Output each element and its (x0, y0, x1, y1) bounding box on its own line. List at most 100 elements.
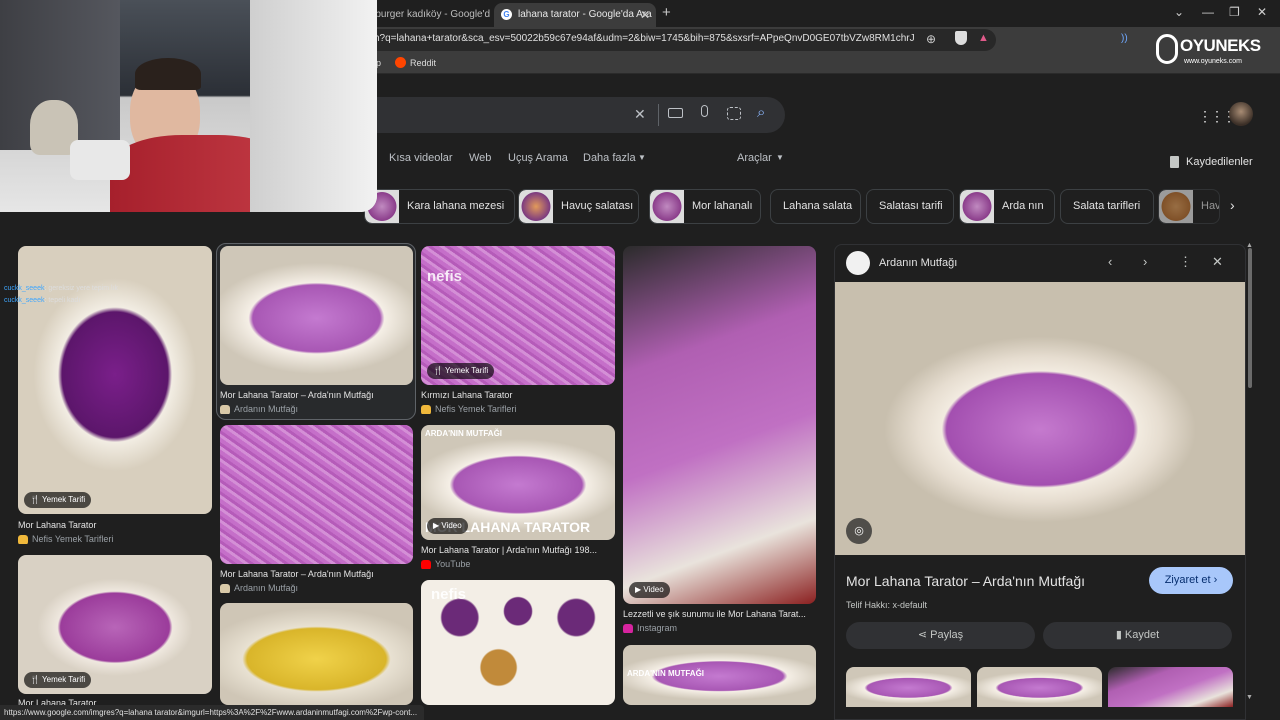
tab-lahana-search[interactable]: Glahana tarator - Google'da Ara ✕ (494, 3, 656, 27)
avatar[interactable] (1229, 102, 1253, 126)
chip-lahana-salata[interactable]: Lahana salata (770, 189, 861, 224)
panel-preview-image[interactable] (835, 282, 1245, 555)
visit-label: Ziyaret et (1164, 574, 1211, 586)
result-source[interactable]: Nefis Yemek Tarifleri (18, 534, 212, 544)
bookmark-icon: ▮ (1115, 629, 1125, 641)
watermark-text: nefis (427, 268, 463, 285)
status-bar: https://www.google.com/imgres?q=lahana t… (0, 705, 424, 720)
tab-label: lahana tarator - Google'da Ara (518, 9, 652, 20)
chip-label: Arda nın (1002, 200, 1044, 212)
divider (658, 104, 659, 126)
ardanin-favicon (220, 584, 230, 593)
nefis-favicon (18, 535, 28, 544)
result-caption[interactable]: Mor Lahana Tarator – Arda'nın Mutfağı (220, 569, 413, 579)
share-label: Paylaş (930, 629, 964, 641)
minimize-button[interactable]: — (1202, 5, 1214, 19)
clear-search-icon[interactable]: ✕ (634, 106, 646, 123)
panel-title[interactable]: Mor Lahana Tarator – Arda'nın Mutfağı (846, 573, 1136, 589)
logo-url: www.oyuneks.com (1184, 58, 1242, 65)
result-image-2[interactable] (220, 246, 413, 385)
chip-salatasi-tarifi[interactable]: Salatası tarifi (866, 189, 954, 224)
chevron-down-icon: ▼ (776, 153, 784, 162)
keyboard-icon[interactable] (668, 108, 683, 118)
related-image[interactable] (1108, 667, 1233, 707)
chip-label: Havuç salatası (561, 200, 634, 212)
chip-havuc-partial[interactable]: Hav (1158, 189, 1220, 224)
new-tab-button[interactable]: + (662, 4, 671, 21)
search-input[interactable] (377, 97, 785, 133)
nav-short-videos[interactable]: Kısa videolar (389, 152, 453, 164)
saved-link[interactable]: Kaydedilenler (1186, 156, 1253, 168)
nav-more[interactable]: Daha fazla (583, 152, 636, 164)
result-image-4[interactable]: ▶ Video (623, 246, 816, 604)
camera-search-icon[interactable] (727, 107, 741, 120)
share-button[interactable]: ⋖ Paylaş (846, 622, 1035, 649)
chip-label: Mor lahanalı (692, 200, 753, 212)
chip-label: Kara lahana mezesi (407, 200, 505, 212)
chip-label: Hav (1201, 200, 1220, 212)
nav-web[interactable]: Web (469, 152, 491, 164)
result-image-3[interactable]: nefis 🍴 Yemek Tarifi (421, 246, 615, 385)
next-icon[interactable]: › (1143, 254, 1147, 269)
result-image-5[interactable]: 🍴 Yemek Tarifi (18, 555, 212, 694)
chip-kara-lahana[interactable]: Kara lahana mezesi (364, 189, 515, 224)
save-label: Kaydet (1124, 629, 1160, 641)
result-image-9[interactable] (220, 603, 413, 705)
chat-message: cuckk_seeek: gereksiz yere tepim lık (4, 285, 118, 292)
result-caption[interactable]: Mor Lahana Tarator – Arda'nın Mutfağı (220, 390, 413, 400)
url-text[interactable]: h?q=lahana+tarator&sca_esv=50022b59c67e9… (374, 33, 914, 44)
video-badge: ▶ Video (427, 518, 468, 534)
chip-mor-lahanali[interactable]: Mor lahanalı (649, 189, 761, 224)
chip-salata-tarifleri[interactable]: Salata tarifleri (1060, 189, 1154, 224)
result-image-11[interactable]: ARDA'NIN MUTFAĞI (623, 645, 816, 705)
robot-icon (1156, 34, 1178, 64)
search-icon[interactable]: ⌕ (757, 104, 765, 121)
result-source[interactable]: Ardanın Mutfağı (220, 583, 413, 593)
chip-label: Salatası tarifi (879, 200, 943, 212)
instagram-favicon (623, 624, 633, 633)
close-panel-icon[interactable]: ✕ (1212, 254, 1223, 270)
bookmark-icon (1170, 156, 1179, 168)
chat-message: cuckk_seeek: tepeli kadı (4, 297, 81, 304)
save-button[interactable]: ▮ Kaydet (1043, 622, 1232, 649)
result-image-7[interactable]: ARDA'NIN MUTFAĞI MOR LAHANA TARATOR ▶ Vide… (421, 425, 615, 540)
microphone-icon[interactable] (701, 105, 708, 117)
chevron-right-icon[interactable]: › (1230, 197, 1235, 213)
scroll-down-icon[interactable]: ▼ (1246, 694, 1253, 701)
close-icon[interactable]: ✕ (640, 3, 650, 27)
visit-button[interactable]: Ziyaret et › (1149, 567, 1233, 594)
brave-shield-icon[interactable] (955, 31, 967, 45)
result-image-6[interactable] (220, 425, 413, 564)
result-source[interactable]: YouTube (421, 559, 615, 569)
bookmark-reddit[interactable]: Reddit (410, 58, 436, 68)
more-options-icon[interactable]: ⋮ (1179, 254, 1192, 270)
previous-icon[interactable]: ‹ (1108, 254, 1112, 269)
lens-search-icon[interactable]: ◎ (846, 518, 872, 544)
window-close-button[interactable]: ✕ (1257, 5, 1267, 19)
webcam-overlay (0, 0, 377, 212)
nav-flights[interactable]: Uçuş Arama (508, 152, 568, 164)
result-caption[interactable]: Mor Lahana Tarator (18, 520, 212, 530)
chip-havuc[interactable]: Havuç salatası (518, 189, 639, 224)
result-source[interactable]: Ardanın Mutfağı (220, 404, 413, 414)
result-caption[interactable]: Kırmızı Lahana Tarator (421, 390, 615, 400)
scroll-up-icon[interactable]: ▲ (1246, 242, 1253, 249)
related-image[interactable] (846, 667, 971, 707)
chip-label: Salata tarifleri (1073, 200, 1141, 212)
scrollbar[interactable] (1248, 248, 1252, 388)
zoom-icon[interactable]: ⊕ (926, 32, 936, 46)
maximize-button[interactable]: ❐ (1229, 5, 1240, 19)
extension-icon[interactable]: )) (1121, 33, 1128, 44)
rewards-icon[interactable]: ▲ (978, 32, 989, 44)
result-source[interactable]: Nefis Yemek Tarifleri (421, 404, 615, 414)
panel-site-name[interactable]: Ardanın Mutfağı (879, 257, 957, 269)
result-caption[interactable]: Mor Lahana Tarator | Arda'nın Mutfağı 19… (421, 545, 615, 555)
result-image-10[interactable]: nefis (421, 580, 615, 705)
chip-arda-nin[interactable]: Arda nın (959, 189, 1055, 224)
result-source[interactable]: Instagram (623, 623, 816, 633)
tab-search-icon[interactable]: ⌄ (1174, 5, 1184, 19)
result-caption[interactable]: Lezzetli ve şık sunumu ile Mor Lahana Ta… (623, 609, 816, 619)
related-image[interactable] (977, 667, 1102, 707)
tools-button[interactable]: Araçlar (737, 152, 772, 164)
nefis-favicon (421, 405, 431, 414)
